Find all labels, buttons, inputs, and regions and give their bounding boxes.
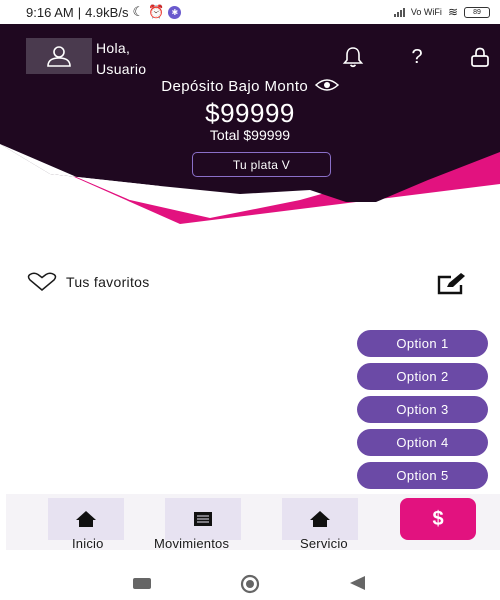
bottom-navigation: Inicio Movimientos Servicio $ <box>6 494 500 551</box>
pay-button[interactable]: $ <box>400 498 476 540</box>
greeting-hello: Hola, <box>96 40 131 56</box>
battery-level: 89 <box>473 8 481 16</box>
account-header: Hola, Usuario ? Depósito Bajo Monto $999… <box>0 24 500 224</box>
list-icon <box>194 512 212 526</box>
deposit-row: Depósito Bajo Monto <box>0 78 500 96</box>
nav-label-servicio: Servicio <box>300 536 348 551</box>
status-left: 9:16 AM | 4.9kB/s ☾ ⏰ ✱ <box>26 4 182 20</box>
eye-icon <box>314 79 339 91</box>
home-icon <box>76 511 96 527</box>
balance-amount: $99999 <box>205 98 295 128</box>
nav-label-inicio: Inicio <box>72 536 104 551</box>
deposit-label: Depósito Bajo Monto <box>161 78 309 95</box>
back-icon[interactable] <box>348 575 366 591</box>
moon-icon: ☾ <box>132 4 145 19</box>
avatar[interactable] <box>26 38 92 74</box>
balance-total: Total $99999 <box>209 127 291 143</box>
nav-item-servicio[interactable] <box>282 498 358 540</box>
system-navigation-bar <box>0 560 500 600</box>
option-button-5[interactable]: Option 5 <box>357 462 488 489</box>
help-button[interactable]: ? <box>404 44 430 70</box>
question-icon: ? <box>411 45 423 68</box>
status-time: 9:16 AM <box>26 4 74 20</box>
status-bar: 9:16 AM | 4.9kB/s ☾ ⏰ ✱ Vo WiFi ≋ 89 <box>0 0 500 24</box>
alarm-icon: ⏰ <box>148 4 165 19</box>
option-button-2[interactable]: Option 2 <box>357 363 488 390</box>
edit-favorites-button[interactable] <box>437 272 467 296</box>
tu-plata-button[interactable]: Tu plata V <box>192 152 331 177</box>
heart-icon <box>27 272 57 291</box>
favorites-label: Tus favoritos <box>66 274 150 290</box>
greeting-username: Usuario <box>96 61 147 77</box>
app-badge-icon: ✱ <box>168 5 182 19</box>
greeting: Hola, Usuario <box>96 38 146 80</box>
option-button-3[interactable]: Option 3 <box>357 396 488 423</box>
vowifi-label: Vo WiFi <box>410 7 442 17</box>
nav-item-inicio[interactable] <box>48 498 124 540</box>
lock-icon <box>471 47 489 67</box>
favorites-row[interactable]: Tus favoritos <box>26 272 150 292</box>
status-net-speed: 4.9kB/s <box>85 4 129 20</box>
signal-icon <box>393 7 405 17</box>
option-button-1[interactable]: Option 1 <box>357 330 488 357</box>
status-divider: | <box>77 4 82 20</box>
wifi-icon: ≋ <box>447 5 458 19</box>
option-button-4[interactable]: Option 4 <box>357 429 488 456</box>
bell-icon <box>342 47 364 68</box>
status-right: Vo WiFi ≋ 89 <box>393 5 490 19</box>
home-icon <box>310 511 330 527</box>
nav-label-movimientos: Movimientos <box>154 536 230 551</box>
edit-icon <box>437 273 465 295</box>
recents-icon[interactable] <box>133 578 151 589</box>
home-circle-icon[interactable] <box>238 574 262 594</box>
nav-item-movimientos[interactable] <box>165 498 241 540</box>
battery-icon: 89 <box>464 6 490 18</box>
lock-button[interactable] <box>467 44 493 70</box>
visibility-toggle[interactable] <box>314 78 339 96</box>
notifications-button[interactable] <box>340 44 366 70</box>
user-icon <box>47 46 71 67</box>
